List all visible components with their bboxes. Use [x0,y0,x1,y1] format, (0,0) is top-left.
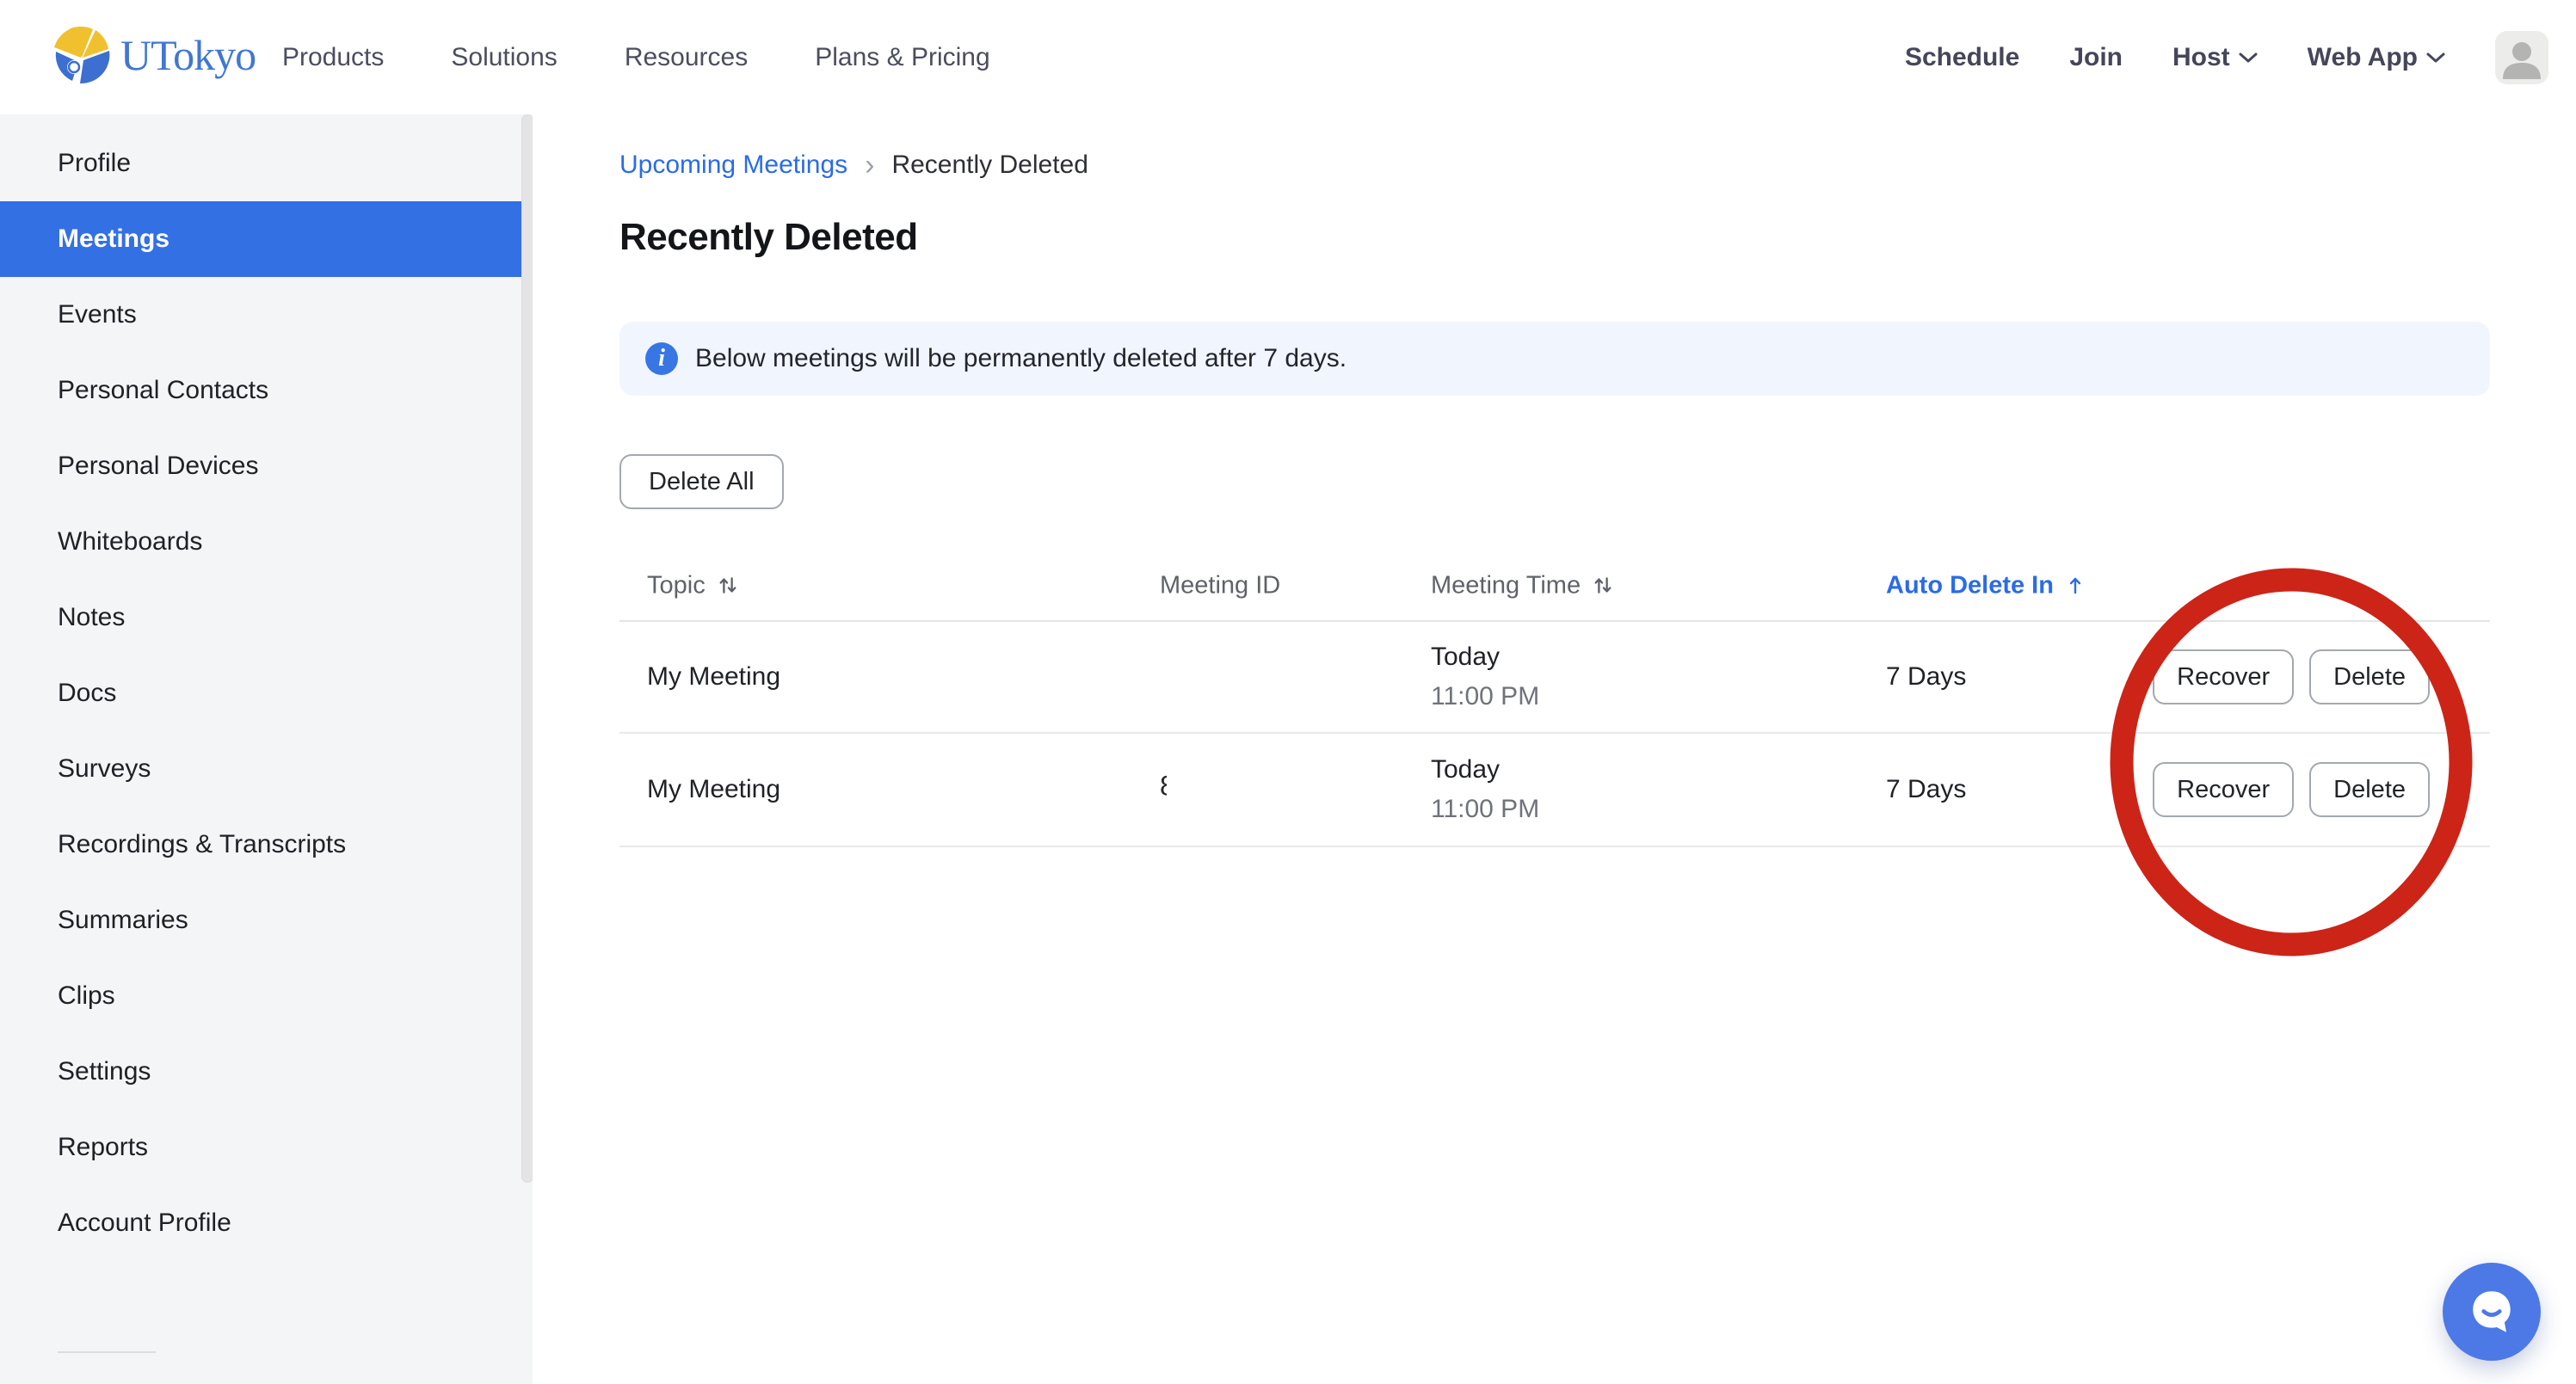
top-navbar: UTokyo Products Solutions Resources Plan… [0,0,2576,114]
nav-solutions[interactable]: Solutions [451,43,557,72]
cell-auto-delete-in: 7 Days [1886,775,1966,804]
recover-button[interactable]: Recover [2153,649,2294,704]
sidebar-item-events[interactable]: Events [0,277,533,353]
column-auto-delete-in-label: Auto Delete In [1886,571,2054,600]
nav-web-app[interactable]: Web App [2308,43,2445,72]
sort-asc-icon [2064,573,2086,599]
utokyo-ginkgo-icon [48,22,114,88]
page: UTokyo Products Solutions Resources Plan… [0,0,2576,1384]
delete-button[interactable]: Delete [2309,649,2430,704]
nav-join[interactable]: Join [2069,43,2123,72]
meeting-time-clock: 11:00 PM [1431,790,1539,829]
table-row: My Meeting 8 Today 11:00 PM 7 Days Recov… [619,734,2490,847]
sidebar-item-personal-devices[interactable]: Personal Devices [0,428,533,504]
nav-products[interactable]: Products [282,43,384,72]
sidebar-item-whiteboards[interactable]: Whiteboards [0,504,533,580]
row-actions: Recover Delete [2153,762,2430,817]
nav-schedule[interactable]: Schedule [1905,43,2019,72]
column-auto-delete-in[interactable]: Auto Delete In [1886,571,2086,600]
info-banner-text: Below meetings will be permanently delet… [695,344,1347,373]
primary-nav: Products Solutions Resources Plans & Pri… [282,0,990,114]
page-title: Recently Deleted [619,216,918,259]
nav-host[interactable]: Host [2172,43,2258,72]
nav-host-label: Host [2172,43,2230,72]
column-meeting-id-label: Meeting ID [1160,571,1280,600]
breadcrumb-separator-icon: › [865,152,874,178]
sidebar-item-personal-contacts[interactable]: Personal Contacts [0,353,533,428]
person-icon [2495,31,2548,84]
table-header: Topic Meeting ID Meeting Time [619,551,2490,622]
cell-topic: My Meeting [647,775,780,804]
info-banner: i Below meetings will be permanently del… [619,322,2490,396]
recover-button[interactable]: Recover [2153,762,2294,817]
sidebar-scrollbar-thumb[interactable] [521,114,533,1183]
sort-both-icon [1591,573,1615,599]
sidebar: Profile Meetings Events Personal Contact… [0,114,533,1384]
main-content: Upcoming Meetings › Recently Deleted Rec… [533,114,2576,1384]
info-icon: i [645,342,678,375]
sidebar-item-reports[interactable]: Reports [0,1110,533,1185]
sidebar-item-account-profile[interactable]: Account Profile [0,1185,533,1261]
chevron-down-icon [2239,52,2258,64]
nav-resources[interactable]: Resources [625,43,748,72]
avatar[interactable] [2495,31,2548,84]
chat-support-button[interactable] [2443,1263,2541,1361]
delete-button[interactable]: Delete [2309,762,2430,817]
sidebar-item-profile[interactable]: Profile [0,126,533,201]
sidebar-item-summaries[interactable]: Summaries [0,883,533,958]
column-topic-label: Topic [647,571,706,600]
breadcrumb-upcoming-meetings[interactable]: Upcoming Meetings [619,151,847,180]
sidebar-item-clips[interactable]: Clips [0,958,533,1034]
sidebar-item-recordings-transcripts[interactable]: Recordings & Transcripts [0,807,533,883]
meeting-time-day: Today [1431,637,1539,677]
chevron-down-icon [2426,52,2445,64]
nav-web-app-label: Web App [2308,43,2418,72]
sidebar-item-meetings[interactable]: Meetings [0,201,533,277]
table-row: My Meeting Today 11:00 PM 7 Days Recover… [619,622,2490,734]
sidebar-item-docs[interactable]: Docs [0,655,533,731]
cell-topic: My Meeting [647,662,780,692]
meeting-time-day: Today [1431,750,1539,790]
meeting-id-fragment: 8 [1160,771,1167,803]
column-meeting-id: Meeting ID [1160,571,1280,600]
sidebar-item-notes[interactable]: Notes [0,580,533,655]
column-meeting-time[interactable]: Meeting Time [1431,571,1615,600]
cell-meeting-time: Today 11:00 PM [1431,750,1539,829]
account-nav: Schedule Join Host Web App [1905,0,2548,114]
breadcrumb: Upcoming Meetings › Recently Deleted [619,151,1088,180]
sort-both-icon [716,573,740,599]
sidebar-divider [58,1351,156,1353]
cell-meeting-time: Today 11:00 PM [1431,637,1539,717]
cell-auto-delete-in: 7 Days [1886,662,1966,692]
column-topic[interactable]: Topic [647,571,740,600]
meeting-time-clock: 11:00 PM [1431,677,1539,717]
column-meeting-time-label: Meeting Time [1431,571,1581,600]
logo-text: UTokyo [120,30,256,80]
delete-all-button[interactable]: Delete All [619,454,784,509]
nav-plans-pricing[interactable]: Plans & Pricing [815,43,989,72]
breadcrumb-current: Recently Deleted [891,151,1088,180]
sidebar-item-surveys[interactable]: Surveys [0,731,533,807]
logo[interactable]: UTokyo [48,22,256,88]
deleted-meetings-table: Topic Meeting ID Meeting Time [619,551,2490,847]
sidebar-item-settings[interactable]: Settings [0,1034,533,1110]
cell-meeting-id: 8 [1160,771,1167,809]
row-actions: Recover Delete [2153,649,2430,704]
chat-bubble-icon [2465,1285,2518,1338]
